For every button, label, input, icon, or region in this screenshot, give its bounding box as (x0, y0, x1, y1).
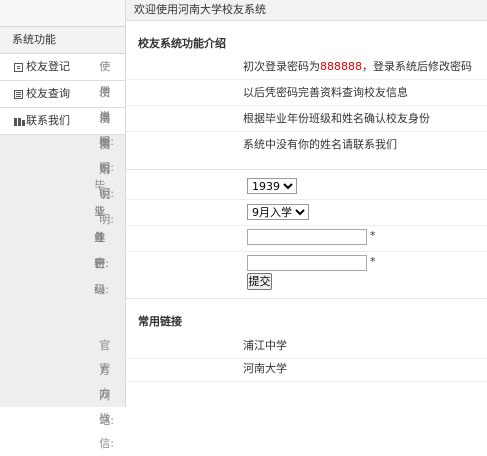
link-row: 官方微信: 河南大学 (99, 356, 487, 450)
sidebar-top-spacer (0, 0, 125, 26)
official-wechat: 河南大学 (243, 362, 287, 375)
sidebar-item-label: 校友查询 (26, 87, 70, 100)
document-icon (14, 90, 23, 99)
link-label: 官方微信: (99, 362, 114, 450)
year-row: 毕业年份: 1939 (94, 173, 487, 270)
official-website-link[interactable]: 浦江中学 (243, 333, 287, 358)
contact-icon (14, 118, 25, 126)
class-select[interactable]: 9月入学 (247, 204, 309, 220)
password-input[interactable] (247, 255, 367, 271)
info-text: 以后凭密码完善资料查询校友信息 (243, 86, 408, 99)
section-divider (126, 169, 487, 170)
info-text: 根据毕业年份班级和姓名确认校友身份 (243, 112, 430, 125)
main-content: 校友系统功能介绍 使用说明: 初次登录密码为888888，登录系统后修改密码 使… (94, 21, 487, 450)
class-row: 毕业班级: 9月入学 (94, 199, 487, 296)
default-password: 888888 (320, 60, 362, 73)
info-row: 使用说明: 根据毕业年份班级和姓名确认校友身份 (99, 106, 487, 200)
info-row: 使用说明: 以后凭密码完善资料查询校友信息 (99, 80, 487, 174)
links-title: 常用链接 (138, 315, 182, 328)
welcome-bar: 欢迎使用河南大学校友系统 (126, 0, 487, 21)
sidebar-item-label: 联系我们 (26, 114, 70, 127)
info-row: 使用说明: 初次登录密码为888888，登录系统后修改密码 (99, 54, 487, 148)
info-text: 初次登录密码为888888，登录系统后修改密码 (243, 60, 472, 73)
name-input[interactable] (247, 229, 367, 245)
name-row: 姓名: * (94, 225, 487, 270)
required-mark: * (370, 255, 376, 268)
sidebar-section-title: 系统功能 (0, 26, 125, 54)
info-text: 系统中没有你的姓名请联系我们 (243, 138, 397, 151)
year-select[interactable]: 1939 (247, 178, 297, 194)
welcome-text: 欢迎使用河南大学校友系统 (134, 3, 266, 16)
required-mark: * (370, 229, 376, 242)
intro-title: 校友系统功能介绍 (138, 37, 226, 50)
register-icon (14, 63, 23, 72)
submit-button[interactable]: 提交 (247, 273, 272, 290)
password-label: 密码: (94, 257, 109, 296)
sidebar-item-label: 校友登记 (26, 60, 70, 73)
password-row: 密码: * (94, 251, 487, 296)
section-divider (126, 298, 487, 299)
info-row: 使用说明: 系统中没有你的姓名请联系我们 (99, 132, 487, 226)
